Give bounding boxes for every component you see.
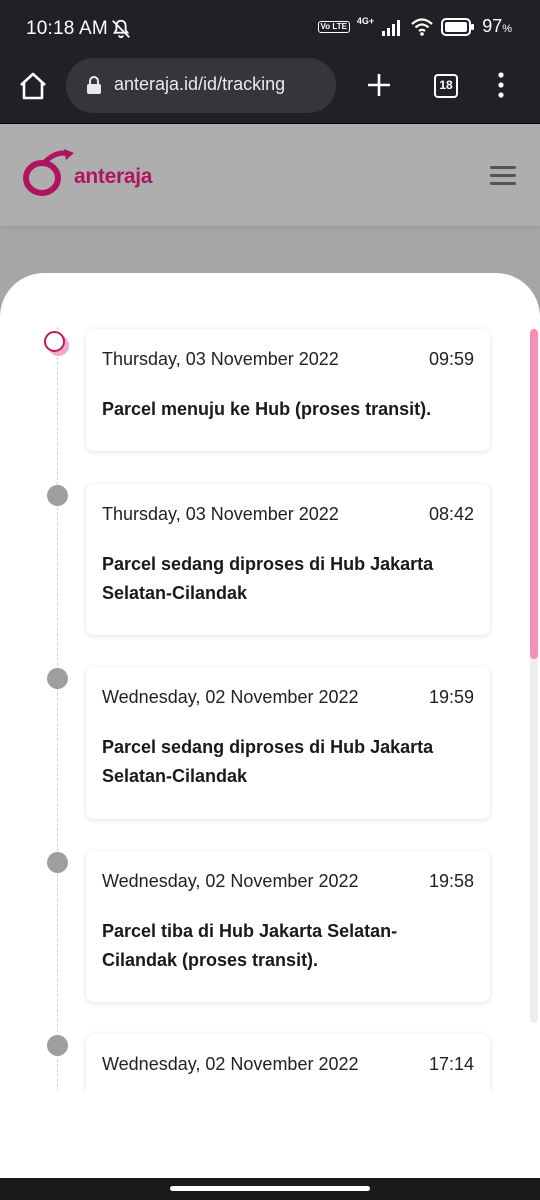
timeline-dot bbox=[47, 1035, 68, 1056]
timeline-dot bbox=[47, 852, 68, 873]
new-tab-icon[interactable] bbox=[364, 70, 394, 100]
event-time: 09:59 bbox=[428, 349, 474, 369]
web-page: anteraja Thursday, 03 November 2022 09:5… bbox=[0, 124, 540, 1178]
event-date: Thursday, 03 November 2022 bbox=[102, 349, 339, 369]
battery-level: 97% bbox=[482, 16, 512, 36]
logo-mark-icon bbox=[23, 149, 74, 196]
network-type: 4G+ bbox=[356, 15, 375, 26]
scrollbar-thumb[interactable] bbox=[530, 329, 538, 659]
browser-toolbar: anteraja.id/id/tracking 18 bbox=[0, 58, 540, 124]
home-gesture-handle[interactable] bbox=[170, 1186, 370, 1191]
status-bar: 10:18 AM Vo LTE 4G+ 97% bbox=[0, 0, 540, 58]
event-date: Wednesday, 02 November 2022 bbox=[102, 687, 359, 707]
home-icon[interactable] bbox=[18, 71, 48, 101]
tab-switcher-button[interactable]: 18 bbox=[434, 74, 458, 98]
more-options-icon[interactable] bbox=[496, 70, 506, 100]
event-message: Parcel sedang diproses di Hub Jakarta Se… bbox=[102, 737, 434, 786]
tracking-event-card: Thursday, 03 November 2022 08:42 Parcel … bbox=[86, 484, 490, 635]
event-time: 19:58 bbox=[428, 871, 474, 891]
volte-indicator: Vo LTE bbox=[317, 20, 350, 33]
tracking-event-card: Wednesday, 02 November 2022 19:58 Parcel… bbox=[86, 851, 490, 1002]
site-header: anteraja bbox=[0, 124, 540, 226]
event-time: 08:42 bbox=[428, 504, 474, 524]
tracking-event-card: Thursday, 03 November 2022 09:59 Parcel … bbox=[86, 329, 490, 451]
logo-text: anteraja bbox=[74, 165, 153, 188]
battery-icon bbox=[441, 17, 475, 36]
list-bottom-mask bbox=[0, 1090, 540, 1178]
event-time: 17:14 bbox=[428, 1054, 474, 1074]
event-time: 19:59 bbox=[428, 687, 474, 707]
event-date: Thursday, 03 November 2022 bbox=[102, 504, 339, 524]
timeline-dot bbox=[47, 668, 68, 689]
url-text[interactable]: anteraja.id/id/tracking bbox=[114, 74, 285, 95]
timeline-dot-active bbox=[44, 331, 69, 356]
navigation-bar bbox=[0, 1178, 540, 1200]
bell-muted-icon bbox=[112, 19, 130, 39]
event-date: Wednesday, 02 November 2022 bbox=[102, 1054, 359, 1074]
lock-icon bbox=[87, 76, 101, 94]
anteraja-logo[interactable]: anteraja bbox=[20, 148, 152, 200]
event-message: Parcel menuju ke Hub (proses transit). bbox=[102, 399, 432, 419]
timeline-dot bbox=[47, 485, 68, 506]
event-message: Parcel sedang diproses di Hub Jakarta Se… bbox=[102, 554, 434, 603]
event-date: Wednesday, 02 November 2022 bbox=[102, 871, 359, 891]
timeline-line bbox=[57, 327, 58, 1107]
event-message: Parcel tiba di Hub Jakarta Selatan-Cilan… bbox=[102, 921, 398, 970]
tracking-event-card: Wednesday, 02 November 2022 19:59 Parcel… bbox=[86, 667, 490, 819]
wifi-icon bbox=[411, 17, 433, 36]
signal-icon bbox=[382, 19, 401, 36]
hamburger-menu-icon[interactable] bbox=[490, 166, 516, 186]
address-bar[interactable]: anteraja.id/id/tracking bbox=[66, 58, 336, 113]
status-time: 10:18 AM bbox=[26, 18, 108, 39]
